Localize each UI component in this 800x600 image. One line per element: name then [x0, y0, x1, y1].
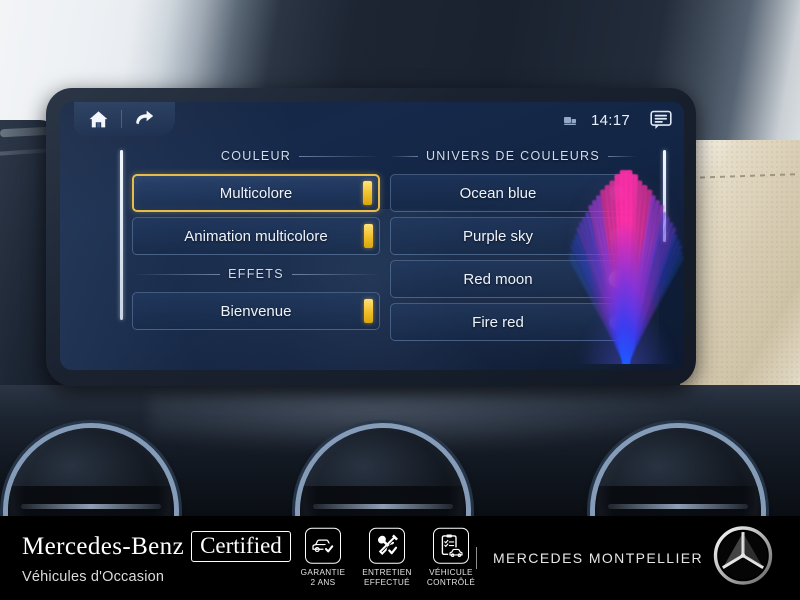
universe-option-red-moon[interactable]: Red moon	[390, 260, 636, 298]
navigation-pill	[74, 102, 175, 136]
universe-option-label: Ocean blue	[459, 184, 537, 202]
certification-badges: GARANTIE 2 ANS ENTRETIEN EFFECTUÉ VÉHICU…	[296, 527, 478, 589]
divider-right	[299, 155, 381, 157]
universe-option-ocean-blue[interactable]: Ocean blue	[390, 174, 636, 212]
right-scrollbar-thumb[interactable]	[663, 150, 666, 242]
divider-left	[390, 155, 418, 157]
universe-option-label: Fire red	[472, 313, 524, 331]
effect-option-bienvenue[interactable]: Bienvenue	[132, 292, 380, 330]
badge-line2: 2 ANS	[310, 578, 336, 587]
color-option-multicolore[interactable]: Multicolore	[132, 174, 380, 212]
color-option-animation-multicolore[interactable]: Animation multicolore	[132, 217, 380, 255]
brand-block: Mercedes-Benz Certified Véhicules d'Occa…	[22, 531, 291, 585]
car-check-icon	[305, 527, 341, 564]
radio-button[interactable]	[609, 227, 626, 245]
badge-line1: ENTRETIEN	[362, 567, 412, 577]
status-right-cluster: 14:17	[563, 106, 672, 134]
badge-line1: GARANTIE	[300, 567, 346, 577]
home-icon[interactable]	[84, 106, 112, 132]
badge-label: VÉHICULE CONTRÔLÉ	[427, 568, 475, 589]
section-title-effets: EFFETS	[228, 267, 284, 281]
badge-label: ENTRETIEN EFFECTUÉ	[362, 568, 412, 589]
universe-option-fire-red[interactable]: Fire red	[390, 303, 636, 341]
color-option-label: Multicolore	[219, 184, 293, 202]
section-header-effets: EFFETS	[132, 260, 380, 288]
badge-line2: EFFECTUÉ	[363, 578, 410, 587]
badge-line2: CONTRÔLÉ	[426, 578, 476, 587]
media-device-icon	[563, 114, 577, 127]
option-indicator-bar	[364, 299, 373, 323]
divider-right	[608, 155, 637, 157]
car-interior-photo: 14:17 COULEUR Multicolore Animation mult…	[0, 0, 800, 516]
badge-label: GARANTIE 2 ANS	[301, 568, 346, 589]
badge-vehicule: VÉHICULE CONTRÔLÉ	[424, 527, 478, 589]
brand-certified-badge: Certified	[191, 531, 291, 562]
section-title-couleur: COULEUR	[220, 149, 292, 163]
divider-right	[291, 273, 380, 275]
section-header-univers: UNIVERS DE COULEURS	[390, 142, 637, 170]
dealer-divider	[476, 547, 477, 569]
brand-name: Mercedes-Benz	[22, 533, 185, 560]
badge-entretien: ENTRETIEN EFFECTUÉ	[360, 527, 414, 589]
option-indicator-bar	[363, 181, 372, 205]
universe-option-label: Red moon	[463, 270, 533, 288]
universe-option-label: Purple sky	[462, 227, 534, 245]
message-bubble-icon[interactable]	[650, 110, 672, 130]
color-universe-column: UNIVERS DE COULEURS Ocean blue Purple sk…	[390, 142, 637, 346]
dealer-banner: Mercedes-Benz Certified Véhicules d'Occa…	[0, 516, 800, 600]
nav-divider	[121, 110, 122, 128]
brand-subtitle: Véhicules d'Occasion	[22, 569, 165, 585]
badge-garantie: GARANTIE 2 ANS	[296, 527, 350, 589]
infotainment-bezel: 14:17 COULEUR Multicolore Animation mult…	[46, 88, 696, 386]
universe-option-purple-sky[interactable]: Purple sky	[390, 217, 636, 255]
radio-button[interactable]	[609, 184, 626, 202]
badge-line1: VÉHICULE	[429, 567, 473, 577]
screenshot-root: 14:17 COULEUR Multicolore Animation mult…	[0, 0, 800, 600]
status-time: 14:17	[590, 111, 630, 129]
left-scrollbar-thumb[interactable]	[120, 150, 123, 320]
color-column: COULEUR Multicolore Animation multicolor…	[132, 142, 381, 335]
air-vent-left[interactable]	[8, 428, 174, 516]
settings-content: COULEUR Multicolore Animation multicolor…	[60, 142, 684, 370]
mercedes-star-logo	[712, 525, 774, 592]
tools-check-icon	[369, 527, 405, 564]
option-indicator-bar	[364, 224, 373, 248]
radio-button[interactable]	[609, 313, 626, 331]
dealer-block: MERCEDES MONTPELLIER	[476, 547, 703, 569]
mbux-screen[interactable]: 14:17 COULEUR Multicolore Animation mult…	[60, 102, 684, 370]
effect-option-label: Bienvenue	[220, 302, 292, 320]
clipboard-car-icon	[433, 527, 469, 564]
air-vent-center[interactable]	[300, 428, 466, 516]
divider-left	[132, 156, 213, 157]
dealer-name: MERCEDES MONTPELLIER	[493, 550, 704, 566]
divider-left	[132, 273, 221, 275]
back-arrow-icon[interactable]	[129, 106, 157, 132]
air-vent-right[interactable]	[595, 428, 761, 516]
status-bar: 14:17	[60, 102, 684, 142]
section-header-couleur: COULEUR	[132, 142, 381, 170]
radio-button-selected[interactable]	[609, 270, 626, 288]
brand-row: Mercedes-Benz Certified	[22, 531, 291, 562]
color-option-label: Animation multicolore	[184, 227, 328, 245]
section-title-univers-de-couleurs: UNIVERS DE COULEURS	[425, 149, 601, 163]
